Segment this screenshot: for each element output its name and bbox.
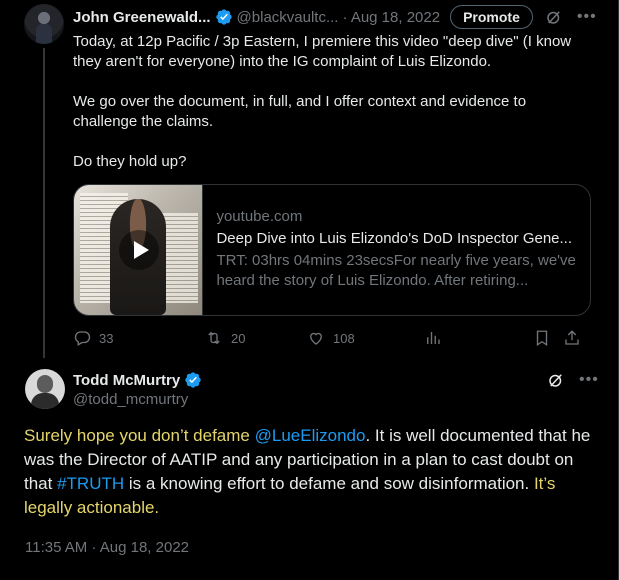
hashtag-link[interactable]: #TRUTH <box>57 474 124 493</box>
link-preview-card[interactable]: youtube.com Deep Dive into Luis Elizondo… <box>73 184 591 316</box>
bookmark-icon <box>536 330 548 347</box>
tweet-actions: 33 20 108 <box>73 328 591 348</box>
verified-badge-icon <box>185 372 201 388</box>
mention-link[interactable]: @LueElizondo <box>255 426 366 445</box>
grok-icon[interactable] <box>547 371 565 389</box>
reply-count: 33 <box>99 330 114 346</box>
avatar[interactable] <box>25 369 65 409</box>
tweet-header: John Greenewald... @blackvaultc... · Aug… <box>73 5 604 29</box>
bookmark-button[interactable] <box>533 329 563 347</box>
card-text: youtube.com Deep Dive into Luis Elizondo… <box>203 185 590 315</box>
views-icon <box>427 332 440 344</box>
tweet-text-highlight: Surely hope you don’t defame <box>24 426 255 445</box>
verified-badge-icon <box>215 9 232 25</box>
card-domain: youtube.com <box>216 208 303 225</box>
more-icon[interactable]: ••• <box>577 8 597 26</box>
retweet-count: 20 <box>231 330 246 346</box>
tweet-text-segment: is a knowing effort to defame and sow di… <box>124 474 534 493</box>
tweet-timestamp[interactable]: 11:35 AM · Aug 18, 2022 <box>25 539 189 556</box>
tweet-header: Todd McMurtry <box>73 370 202 390</box>
retweet-icon <box>208 331 220 345</box>
retweet-button[interactable]: 20 <box>205 329 307 347</box>
card-description: TRT: 03hrs 04mins 23secsFor nearly five … <box>216 252 576 289</box>
reply-icon <box>74 331 91 346</box>
promote-button[interactable]: Promote <box>450 5 533 29</box>
card-title: Deep Dive into Luis Elizondo's DoD Inspe… <box>216 230 573 247</box>
play-icon[interactable] <box>119 230 159 270</box>
timeline-frame: John Greenewald... @blackvaultc... · Aug… <box>0 0 619 580</box>
tweet-text: Surely hope you don’t defame @LueElizond… <box>24 424 594 520</box>
like-button[interactable]: 108 <box>307 329 424 347</box>
like-icon <box>310 332 322 345</box>
thread-connector-line <box>43 48 45 358</box>
author-name[interactable]: Todd McMurtry <box>73 372 180 389</box>
tweet-text: Today, at 12p Pacific / 3p Eastern, I pr… <box>73 33 572 170</box>
author-handle[interactable]: @blackvaultc... <box>237 9 339 26</box>
author-name[interactable]: John Greenewald... <box>73 9 211 26</box>
video-thumbnail[interactable] <box>74 185 204 315</box>
tweet-date[interactable]: · Aug 18, 2022 <box>342 9 440 26</box>
avatar[interactable] <box>24 4 64 44</box>
grok-icon[interactable] <box>545 8 563 26</box>
reply-button[interactable]: 33 <box>73 329 205 347</box>
share-button[interactable] <box>563 329 581 347</box>
more-icon[interactable]: ••• <box>579 371 599 389</box>
author-handle[interactable]: @todd_mcmurtry <box>73 391 188 408</box>
tweet-header-actions: ••• <box>547 371 599 389</box>
views-button[interactable] <box>424 329 533 347</box>
like-count: 108 <box>333 330 355 346</box>
share-icon <box>565 330 579 345</box>
